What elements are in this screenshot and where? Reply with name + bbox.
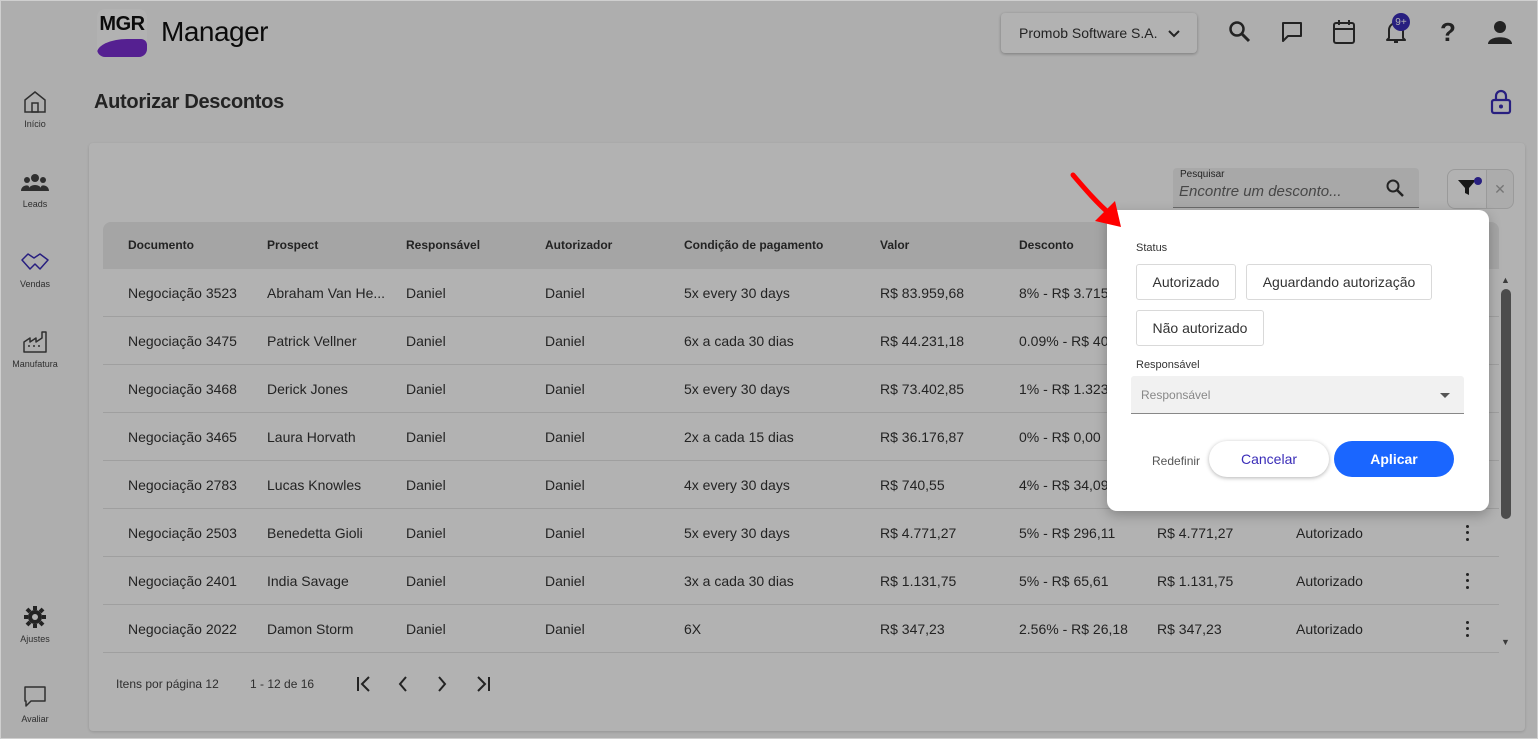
cancel-button[interactable]: Cancelar xyxy=(1209,441,1329,477)
status-option-aguardando[interactable]: Aguardando autorização xyxy=(1246,264,1432,300)
status-option-autorizado[interactable]: Autorizado xyxy=(1136,264,1236,300)
responsavel-label: Responsável xyxy=(1136,359,1200,371)
status-label: Status xyxy=(1136,242,1168,254)
responsavel-select[interactable]: Responsável xyxy=(1131,376,1464,414)
filter-popup: Status Autorizado Aguardando autorização… xyxy=(1107,210,1489,511)
annotation-arrow-icon xyxy=(1067,169,1131,238)
responsavel-placeholder: Responsável xyxy=(1141,388,1211,402)
apply-button[interactable]: Aplicar xyxy=(1334,441,1454,477)
reset-button[interactable]: Redefinir xyxy=(1152,454,1200,468)
dropdown-arrow-icon xyxy=(1440,393,1450,398)
app-window: MGR Manager Promob Software S.A. 9+ ? In… xyxy=(0,0,1538,739)
status-option-nao-autorizado[interactable]: Não autorizado xyxy=(1136,310,1264,346)
